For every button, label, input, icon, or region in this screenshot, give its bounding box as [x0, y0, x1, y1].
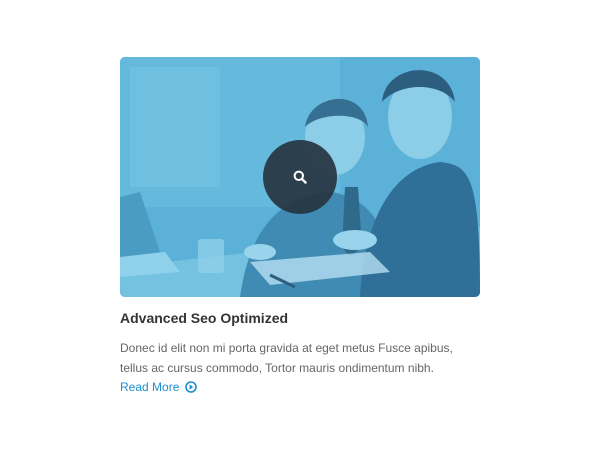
card-image[interactable] [120, 57, 480, 297]
read-more-link[interactable]: Read More [120, 380, 197, 394]
card-description: Donec id elit non mi porta gravida at eg… [120, 339, 460, 398]
circle-arrow-right-icon [184, 381, 197, 393]
card-description-text: Donec id elit non mi porta gravida at eg… [120, 341, 453, 375]
search-icon [293, 170, 307, 184]
feature-card: Advanced Seo Optimized Donec id elit non… [120, 57, 480, 398]
read-more-label: Read More [120, 380, 180, 394]
search-overlay-button[interactable] [263, 140, 337, 214]
card-title: Advanced Seo Optimized [120, 310, 289, 326]
